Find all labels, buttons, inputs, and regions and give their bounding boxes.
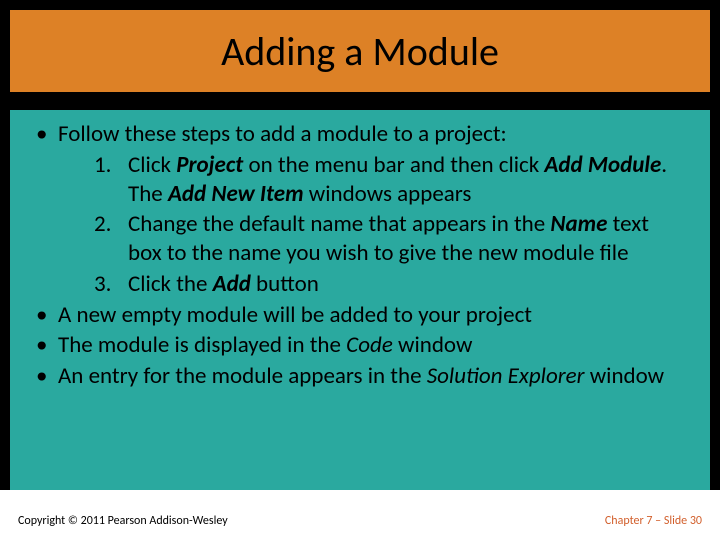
footer-copyright: Copyright © 2011 Pearson Addison-Wesley xyxy=(18,514,228,528)
step-2: Change the default name that appears in … xyxy=(94,210,676,268)
bullet-after-2: The module is displayed in the Code wind… xyxy=(28,331,676,360)
bullet-intro-text: Follow these steps to add a module to a … xyxy=(58,120,507,148)
title-bar: Adding a Module xyxy=(10,10,710,92)
bullet-after-3: An entry for the module appears in the S… xyxy=(28,362,676,391)
footer-page-ref: Chapter 7 – Slide 30 xyxy=(605,514,702,528)
content-body: Follow these steps to add a module to a … xyxy=(10,110,710,490)
slide: Adding a Module Follow these steps to ad… xyxy=(0,0,720,540)
bullet-intro: Follow these steps to add a module to a … xyxy=(28,120,676,299)
step-3: Click the Add button xyxy=(94,270,676,299)
step-1: Click Project on the menu bar and then c… xyxy=(94,151,676,209)
slide-title: Adding a Module xyxy=(221,27,499,76)
bullet-after-1: A new empty module will be added to your… xyxy=(28,301,676,330)
